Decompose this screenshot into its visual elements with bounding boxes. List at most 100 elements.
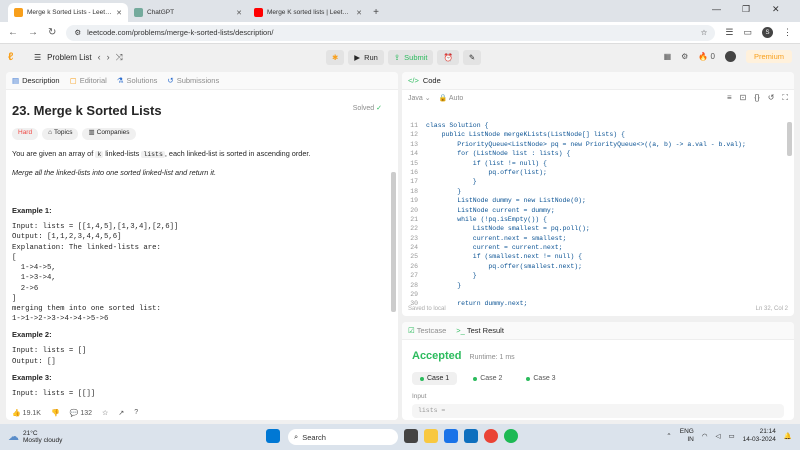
companies-tag[interactable]: ▥ Companies <box>82 127 136 140</box>
line-number: 12 <box>410 131 418 139</box>
tab-search-icon[interactable]: ☰ <box>725 27 733 38</box>
close-tab-icon[interactable]: ✕ <box>116 9 122 17</box>
code-panel: </> Code Java ⌄ 🔒 Auto ≡ ⊡ {} ↺ ⛶ 11 clas… <box>402 72 794 316</box>
windows-start-icon[interactable] <box>266 429 280 443</box>
dislike-icon[interactable]: 👎 <box>51 409 60 417</box>
inline-code: k <box>95 150 104 158</box>
line-code: current = current.next; <box>426 244 563 252</box>
topics-tag[interactable]: ⌂ Topics <box>42 127 79 140</box>
layout-icon[interactable]: ▦ <box>664 52 672 61</box>
help-icon[interactable]: ? <box>134 409 138 416</box>
reset-icon[interactable]: ↺ <box>768 93 775 103</box>
bookmark-icon[interactable]: ⊡ <box>740 93 747 103</box>
back-icon[interactable]: ← <box>8 27 18 38</box>
notes-button[interactable]: ✎ <box>462 50 482 65</box>
braces-icon[interactable]: {} <box>754 93 759 103</box>
line-number: 28 <box>410 281 418 289</box>
edge-icon[interactable] <box>444 429 458 443</box>
checkbox-icon: ☑ <box>408 326 415 335</box>
profile-avatar[interactable]: S <box>762 27 773 38</box>
leetcode-logo-icon[interactable]: ℓ <box>8 51 20 63</box>
line-code: ListNode current = dummy; <box>426 206 555 214</box>
reload-icon[interactable]: ↻ <box>48 27 56 38</box>
difficulty-badge[interactable]: Hard <box>12 127 39 140</box>
task-view-icon[interactable] <box>404 429 418 443</box>
favorite-star-icon[interactable]: ☆ <box>102 409 108 417</box>
runtime-text: Runtime: 1 ms <box>469 354 515 361</box>
language-indicator[interactable]: ENG IN <box>680 428 694 444</box>
run-button[interactable]: ▶ Run <box>348 50 384 65</box>
line-number: 19 <box>410 197 418 205</box>
clock[interactable]: 21:14 14-03-2024 <box>743 428 776 444</box>
tab-submissions[interactable]: ↺ Submissions <box>167 76 219 85</box>
line-number: 21 <box>410 215 418 223</box>
tab-solutions[interactable]: ⚗ Solutions <box>117 76 158 85</box>
shuffle-icon[interactable]: ⤨ <box>116 52 123 63</box>
weather-text: Mostly cloudy <box>23 437 63 444</box>
problem-list-button[interactable]: ☰ Problem List <box>34 53 92 62</box>
line-number: 15 <box>410 159 418 167</box>
menu-kebab-icon[interactable]: ⋮ <box>783 27 792 38</box>
close-window-icon[interactable]: ✕ <box>772 4 780 15</box>
bookmark-star-icon[interactable]: ☆ <box>701 28 708 37</box>
weather-widget[interactable]: ☁ 21°C Mostly cloudy <box>8 430 62 444</box>
close-tab-icon[interactable]: ✕ <box>236 9 242 17</box>
fullscreen-icon[interactable]: ⛶ <box>782 93 788 103</box>
wifi-icon[interactable]: ◠ <box>702 432 708 440</box>
close-tab-icon[interactable]: ✕ <box>356 9 362 17</box>
tab-description[interactable]: ▤ Description <box>12 76 60 85</box>
minimize-icon[interactable]: — <box>712 4 721 14</box>
prev-problem-icon[interactable]: ‹ <box>98 52 101 62</box>
language-select[interactable]: Java ⌄ <box>408 94 431 102</box>
format-icon[interactable]: ≡ <box>727 93 732 103</box>
sidebar-icon[interactable]: ▭ <box>743 27 752 38</box>
timer-button[interactable]: ⏰ <box>437 50 459 65</box>
notification-bell-icon[interactable]: 🔔 <box>784 432 792 440</box>
code-tab-label[interactable]: Code <box>423 76 441 85</box>
comments-button[interactable]: 💬 132 <box>70 409 92 417</box>
case-2-tab[interactable]: Case 2 <box>465 372 510 385</box>
case-label: Case 3 <box>533 375 556 382</box>
site-info-icon[interactable]: ⚙ <box>74 28 81 37</box>
submit-button[interactable]: ⇪ Submit <box>387 50 434 65</box>
line-code: pq.offer(list); <box>426 168 547 176</box>
like-button[interactable]: 👍 19.1K <box>12 409 41 417</box>
tab-editorial[interactable]: ▢ Editorial <box>70 76 107 85</box>
tab-test-result[interactable]: >_ Test Result <box>456 326 504 335</box>
editor-scrollbar[interactable] <box>787 122 792 156</box>
debug-button[interactable]: ✱ <box>326 50 345 65</box>
browser-tab-youtube[interactable]: Merge K sorted lists | Leetcode ✕ <box>248 3 368 22</box>
maximize-icon[interactable]: ❐ <box>742 4 750 15</box>
description-footer: 👍 19.1K 👎 💬 132 ☆ ↗ ? <box>12 405 398 420</box>
new-tab-button[interactable]: + <box>368 3 384 22</box>
case-1-tab[interactable]: Case 1 <box>412 372 458 385</box>
premium-button[interactable]: Premium <box>745 50 792 63</box>
battery-icon[interactable]: ▭ <box>729 432 735 440</box>
chrome-icon[interactable] <box>484 429 498 443</box>
file-explorer-icon[interactable] <box>424 429 438 443</box>
volume-icon[interactable]: ◁ <box>716 432 721 440</box>
next-problem-icon[interactable]: › <box>107 52 110 62</box>
cloud-icon: ☁ <box>8 430 19 443</box>
auto-mode[interactable]: 🔒 Auto <box>439 94 464 102</box>
settings-gear-icon[interactable]: ⚙ <box>681 52 688 61</box>
line-code: ListNode dummy = new ListNode(0); <box>426 197 586 205</box>
spotify-icon[interactable] <box>504 429 518 443</box>
tab-testcase[interactable]: ☑ Testcase <box>408 326 446 335</box>
code-line: 11 class Solution { <box>402 122 794 131</box>
test-tabs: ☑ Testcase >_ Test Result <box>402 322 794 340</box>
case-3-tab[interactable]: Case 3 <box>518 372 563 385</box>
description-scrollbar[interactable] <box>391 172 396 312</box>
url-field[interactable]: ⚙ leetcode.com/problems/merge-k-sorted-l… <box>66 24 716 41</box>
chevron-up-icon[interactable]: ⌃ <box>666 432 671 440</box>
code-editor[interactable]: 11 class Solution {12 public ListNode mer… <box>402 122 794 310</box>
taskbar-search[interactable]: ⌕ Search <box>288 429 398 445</box>
forward-icon[interactable]: → <box>28 27 38 38</box>
line-number: 13 <box>410 140 418 148</box>
browser-tab-leetcode[interactable]: Merge k Sorted Lists - LeetCode ✕ <box>8 3 128 22</box>
browser-tab-chatgpt[interactable]: ChatGPT ✕ <box>128 3 248 22</box>
user-avatar[interactable] <box>724 51 736 62</box>
store-icon[interactable] <box>464 429 478 443</box>
streak-counter[interactable]: 🔥 0 <box>698 52 715 61</box>
share-icon[interactable]: ↗ <box>118 409 124 417</box>
